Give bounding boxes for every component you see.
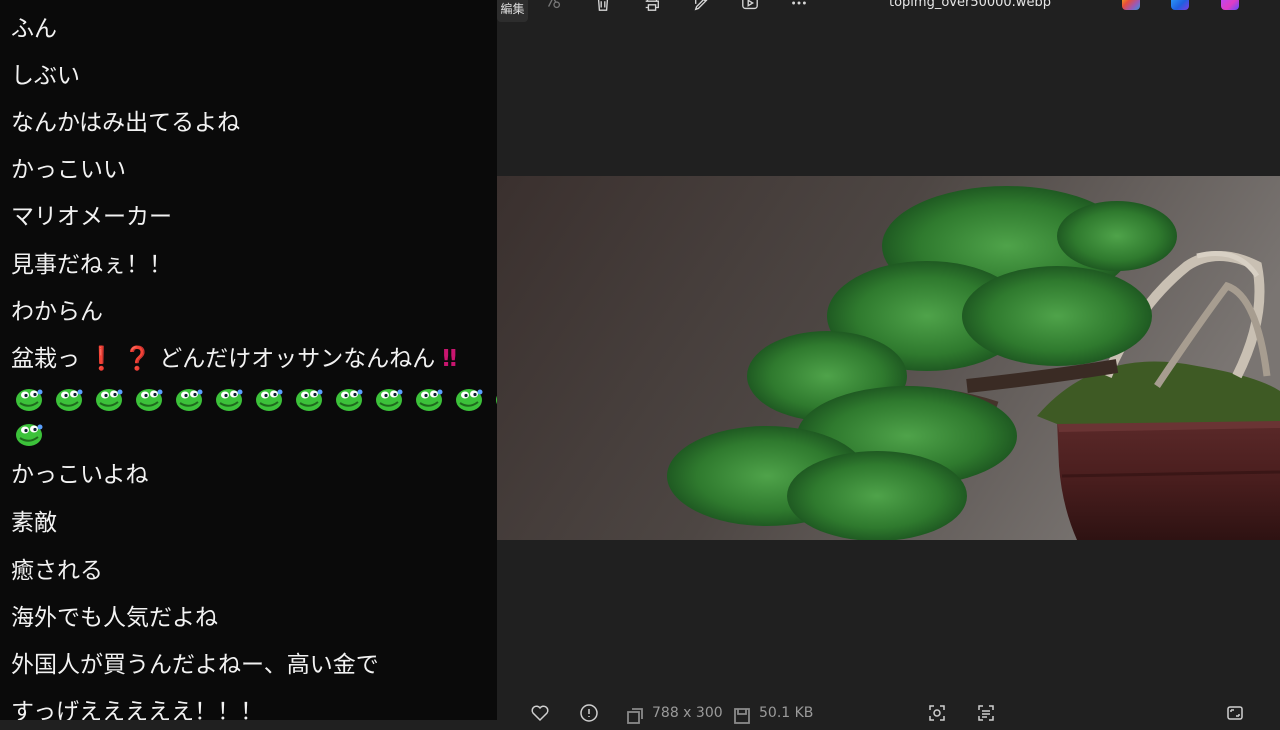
file-size: 50.1 KB xyxy=(759,705,814,721)
info-icon[interactable] xyxy=(579,703,599,723)
green-frog-emote xyxy=(334,383,364,413)
edit-image-icon[interactable] xyxy=(691,0,713,14)
photo-viewer: 編集 topimg_over50000.webp 788 x 300 50.1 … xyxy=(497,0,1280,724)
green-frog-emote xyxy=(214,383,244,413)
chat-message: 見事だねぇ！！ xyxy=(11,252,172,278)
chat-message: ふん xyxy=(11,16,57,42)
green-frog-emote xyxy=(374,383,404,413)
chat-message: 癒される xyxy=(11,558,103,584)
chat-message: かっこいよね xyxy=(11,462,149,488)
chat-message: 外国人が買うんだよねー、高い金で xyxy=(11,652,379,678)
green-frog-emote xyxy=(414,383,444,413)
emote-row xyxy=(14,383,497,413)
text-extract-icon[interactable] xyxy=(976,703,996,723)
favorite-icon[interactable] xyxy=(530,703,550,723)
chat-message: すっげえええええ！！！ xyxy=(11,699,264,720)
green-frog-emote xyxy=(254,383,284,413)
slideshow-icon[interactable] xyxy=(739,0,761,14)
background-remove-icon[interactable] xyxy=(543,0,565,14)
bonsai-photo xyxy=(497,176,1280,541)
clipchamp-icon[interactable] xyxy=(1171,0,1189,10)
green-frog-emote xyxy=(54,383,84,413)
designer-icon[interactable] xyxy=(1221,0,1239,10)
exclamation-mark: ❗ xyxy=(87,346,116,372)
green-frog-emote xyxy=(134,383,164,413)
green-frog-emote xyxy=(174,383,204,413)
visual-search-icon[interactable] xyxy=(927,703,947,723)
chat-message-special: 盆栽っ ❗ ❓ どんだけオッサンなんねん ‼ xyxy=(11,345,457,373)
edit-button[interactable]: 編集 xyxy=(497,0,528,22)
more-icon[interactable] xyxy=(788,0,810,14)
emote-row xyxy=(14,418,74,448)
print-icon[interactable] xyxy=(641,0,663,14)
file-name: topimg_over50000.webp xyxy=(889,0,1051,10)
image-dimensions: 788 x 300 xyxy=(652,705,723,721)
chat-message: わからん xyxy=(11,299,103,325)
green-frog-emote xyxy=(94,383,124,413)
chat-panel: ふん しぶい なんかはみ出てるよね かっこいい マリオメーカー 見事だねぇ！！ … xyxy=(0,0,497,720)
chat-message: しぶい xyxy=(11,63,80,89)
delete-icon[interactable] xyxy=(592,0,614,14)
question-mark: ❓ xyxy=(123,346,152,372)
copilot-icon[interactable] xyxy=(1122,0,1140,10)
file-size-icon xyxy=(732,706,750,724)
green-frog-emote xyxy=(454,383,484,413)
double-exclamation-mark: ‼ xyxy=(442,346,457,372)
green-frog-emote xyxy=(14,418,44,448)
chat-message: なんかはみ出てるよね xyxy=(11,110,241,136)
chat-text: 盆栽っ xyxy=(11,346,80,372)
green-frog-emote xyxy=(14,383,44,413)
dimensions-icon xyxy=(625,706,643,724)
chat-text: どんだけオッサンなんねん xyxy=(159,346,436,372)
chat-message: 海外でも人気だよね xyxy=(11,605,218,631)
bottom-bar: 788 x 300 50.1 KB xyxy=(497,694,1280,724)
fullscreen-icon[interactable] xyxy=(1225,703,1245,723)
chat-message: 素敵 xyxy=(11,510,57,536)
chat-message: マリオメーカー xyxy=(11,204,172,230)
green-frog-emote xyxy=(294,383,324,413)
top-toolbar: 編集 topimg_over50000.webp xyxy=(497,0,1280,22)
chat-message: かっこいい xyxy=(11,157,126,183)
